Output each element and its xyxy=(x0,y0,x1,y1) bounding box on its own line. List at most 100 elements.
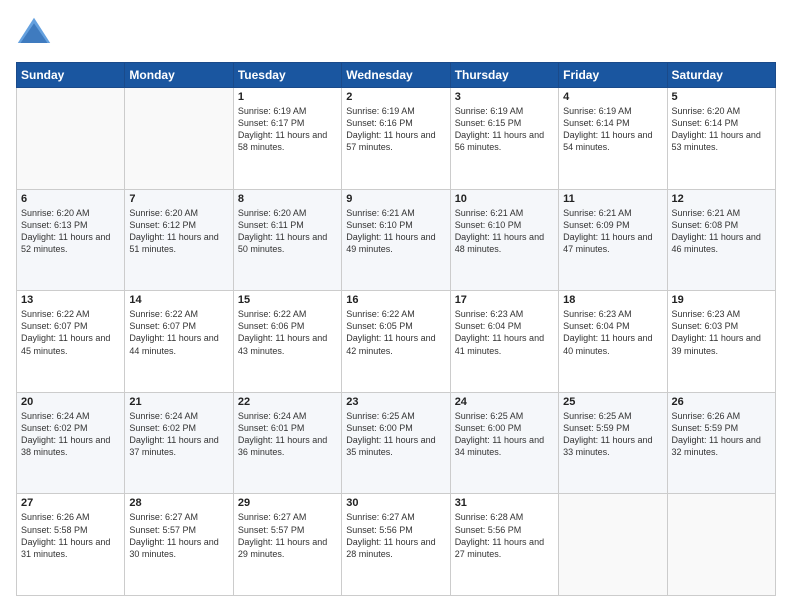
calendar-cell: 4Sunrise: 6:19 AM Sunset: 6:14 PM Daylig… xyxy=(559,88,667,190)
logo xyxy=(16,16,56,52)
day-info: Sunrise: 6:21 AM Sunset: 6:10 PM Dayligh… xyxy=(455,207,554,256)
day-number: 14 xyxy=(129,294,228,306)
day-number: 31 xyxy=(455,497,554,509)
day-info: Sunrise: 6:23 AM Sunset: 6:04 PM Dayligh… xyxy=(455,308,554,357)
day-number: 29 xyxy=(238,497,337,509)
day-number: 16 xyxy=(346,294,445,306)
day-number: 6 xyxy=(21,193,120,205)
day-number: 23 xyxy=(346,396,445,408)
day-info: Sunrise: 6:27 AM Sunset: 5:57 PM Dayligh… xyxy=(129,511,228,560)
day-info: Sunrise: 6:22 AM Sunset: 6:05 PM Dayligh… xyxy=(346,308,445,357)
calendar-cell: 2Sunrise: 6:19 AM Sunset: 6:16 PM Daylig… xyxy=(342,88,450,190)
day-number: 11 xyxy=(563,193,662,205)
day-number: 20 xyxy=(21,396,120,408)
calendar-cell: 24 Sunrise: 6:25 AM Sunset: 6:00 PM Dayli… xyxy=(450,392,558,494)
week-row-1: 6 Sunrise: 6:20 AM Sunset: 6:13 PM Daylig… xyxy=(17,189,776,291)
day-info: Sunrise: 6:20 AM Sunset: 6:14 PM Dayligh… xyxy=(672,105,771,154)
day-info: Sunrise: 6:25 AM Sunset: 5:59 PM Dayligh… xyxy=(563,410,662,459)
day-info: Sunrise: 6:21 AM Sunset: 6:09 PM Dayligh… xyxy=(563,207,662,256)
calendar-cell: 14 Sunrise: 6:22 AM Sunset: 6:07 PM Dayli… xyxy=(125,291,233,393)
weekday-header-row: SundayMondayTuesdayWednesdayThursdayFrid… xyxy=(17,63,776,88)
calendar-cell: 30 Sunrise: 6:27 AM Sunset: 5:56 PM Dayli… xyxy=(342,494,450,596)
day-number: 21 xyxy=(129,396,228,408)
day-info: Sunrise: 6:26 AM Sunset: 5:59 PM Dayligh… xyxy=(672,410,771,459)
calendar-cell: 23 Sunrise: 6:25 AM Sunset: 6:00 PM Dayli… xyxy=(342,392,450,494)
calendar-cell: 31Sunrise: 6:28 AM Sunset: 5:56 PM Dayli… xyxy=(450,494,558,596)
weekday-header-saturday: Saturday xyxy=(667,63,775,88)
day-number: 25 xyxy=(563,396,662,408)
day-number: 10 xyxy=(455,193,554,205)
day-number: 1 xyxy=(238,91,337,103)
calendar-cell: 22 Sunrise: 6:24 AM Sunset: 6:01 PM Dayli… xyxy=(233,392,341,494)
calendar-cell: 10 Sunrise: 6:21 AM Sunset: 6:10 PM Dayli… xyxy=(450,189,558,291)
day-number: 9 xyxy=(346,193,445,205)
day-info: Sunrise: 6:27 AM Sunset: 5:57 PM Dayligh… xyxy=(238,511,337,560)
calendar-cell: 3 Sunrise: 6:19 AM Sunset: 6:15 PM Daylig… xyxy=(450,88,558,190)
week-row-0: 1 Sunrise: 6:19 AM Sunset: 6:17 PM Daylig… xyxy=(17,88,776,190)
day-info: Sunrise: 6:22 AM Sunset: 6:06 PM Dayligh… xyxy=(238,308,337,357)
day-number: 26 xyxy=(672,396,771,408)
week-row-3: 20 Sunrise: 6:24 AM Sunset: 6:02 PM Dayli… xyxy=(17,392,776,494)
day-info: Sunrise: 6:25 AM Sunset: 6:00 PM Dayligh… xyxy=(455,410,554,459)
calendar-table: SundayMondayTuesdayWednesdayThursdayFrid… xyxy=(16,62,776,596)
day-info: Sunrise: 6:27 AM Sunset: 5:56 PM Dayligh… xyxy=(346,511,445,560)
calendar-cell xyxy=(17,88,125,190)
day-number: 22 xyxy=(238,396,337,408)
day-number: 15 xyxy=(238,294,337,306)
calendar-cell: 16 Sunrise: 6:22 AM Sunset: 6:05 PM Dayli… xyxy=(342,291,450,393)
day-info: Sunrise: 6:20 AM Sunset: 6:13 PM Dayligh… xyxy=(21,207,120,256)
day-info: Sunrise: 6:19 AM Sunset: 6:14 PM Dayligh… xyxy=(563,105,662,154)
week-row-2: 13 Sunrise: 6:22 AM Sunset: 6:07 PM Dayli… xyxy=(17,291,776,393)
calendar-cell: 12 Sunrise: 6:21 AM Sunset: 6:08 PM Dayli… xyxy=(667,189,775,291)
day-info: Sunrise: 6:26 AM Sunset: 5:58 PM Dayligh… xyxy=(21,511,120,560)
calendar-cell: 13 Sunrise: 6:22 AM Sunset: 6:07 PM Dayli… xyxy=(17,291,125,393)
weekday-header-thursday: Thursday xyxy=(450,63,558,88)
day-number: 28 xyxy=(129,497,228,509)
page: SundayMondayTuesdayWednesdayThursdayFrid… xyxy=(0,0,792,612)
day-number: 18 xyxy=(563,294,662,306)
calendar-cell: 21Sunrise: 6:24 AM Sunset: 6:02 PM Dayli… xyxy=(125,392,233,494)
weekday-header-wednesday: Wednesday xyxy=(342,63,450,88)
weekday-header-friday: Friday xyxy=(559,63,667,88)
day-number: 30 xyxy=(346,497,445,509)
calendar-cell: 1 Sunrise: 6:19 AM Sunset: 6:17 PM Daylig… xyxy=(233,88,341,190)
weekday-header-monday: Monday xyxy=(125,63,233,88)
calendar-cell: 15 Sunrise: 6:22 AM Sunset: 6:06 PM Dayli… xyxy=(233,291,341,393)
day-number: 5 xyxy=(672,91,771,103)
day-info: Sunrise: 6:24 AM Sunset: 6:01 PM Dayligh… xyxy=(238,410,337,459)
day-info: Sunrise: 6:23 AM Sunset: 6:03 PM Dayligh… xyxy=(672,308,771,357)
calendar-cell: 20 Sunrise: 6:24 AM Sunset: 6:02 PM Dayli… xyxy=(17,392,125,494)
calendar-cell: 25 Sunrise: 6:25 AM Sunset: 5:59 PM Dayli… xyxy=(559,392,667,494)
weekday-header-tuesday: Tuesday xyxy=(233,63,341,88)
calendar-cell xyxy=(559,494,667,596)
day-number: 12 xyxy=(672,193,771,205)
day-info: Sunrise: 6:20 AM Sunset: 6:12 PM Dayligh… xyxy=(129,207,228,256)
day-number: 24 xyxy=(455,396,554,408)
day-info: Sunrise: 6:22 AM Sunset: 6:07 PM Dayligh… xyxy=(21,308,120,357)
day-number: 19 xyxy=(672,294,771,306)
day-number: 13 xyxy=(21,294,120,306)
day-info: Sunrise: 6:20 AM Sunset: 6:11 PM Dayligh… xyxy=(238,207,337,256)
day-info: Sunrise: 6:19 AM Sunset: 6:15 PM Dayligh… xyxy=(455,105,554,154)
day-info: Sunrise: 6:19 AM Sunset: 6:17 PM Dayligh… xyxy=(238,105,337,154)
calendar-cell xyxy=(667,494,775,596)
weekday-header-sunday: Sunday xyxy=(17,63,125,88)
day-info: Sunrise: 6:21 AM Sunset: 6:08 PM Dayligh… xyxy=(672,207,771,256)
day-number: 8 xyxy=(238,193,337,205)
header xyxy=(16,16,776,52)
day-number: 17 xyxy=(455,294,554,306)
calendar-cell: 29 Sunrise: 6:27 AM Sunset: 5:57 PM Dayli… xyxy=(233,494,341,596)
calendar-cell: 17 Sunrise: 6:23 AM Sunset: 6:04 PM Dayli… xyxy=(450,291,558,393)
day-info: Sunrise: 6:22 AM Sunset: 6:07 PM Dayligh… xyxy=(129,308,228,357)
week-row-4: 27 Sunrise: 6:26 AM Sunset: 5:58 PM Dayli… xyxy=(17,494,776,596)
day-number: 3 xyxy=(455,91,554,103)
calendar-cell: 18 Sunrise: 6:23 AM Sunset: 6:04 PM Dayli… xyxy=(559,291,667,393)
day-info: Sunrise: 6:24 AM Sunset: 6:02 PM Dayligh… xyxy=(21,410,120,459)
day-number: 27 xyxy=(21,497,120,509)
day-info: Sunrise: 6:23 AM Sunset: 6:04 PM Dayligh… xyxy=(563,308,662,357)
day-info: Sunrise: 6:25 AM Sunset: 6:00 PM Dayligh… xyxy=(346,410,445,459)
day-info: Sunrise: 6:21 AM Sunset: 6:10 PM Dayligh… xyxy=(346,207,445,256)
calendar-cell: 6 Sunrise: 6:20 AM Sunset: 6:13 PM Daylig… xyxy=(17,189,125,291)
calendar-cell: 27 Sunrise: 6:26 AM Sunset: 5:58 PM Dayli… xyxy=(17,494,125,596)
calendar-cell: 5 Sunrise: 6:20 AM Sunset: 6:14 PM Daylig… xyxy=(667,88,775,190)
